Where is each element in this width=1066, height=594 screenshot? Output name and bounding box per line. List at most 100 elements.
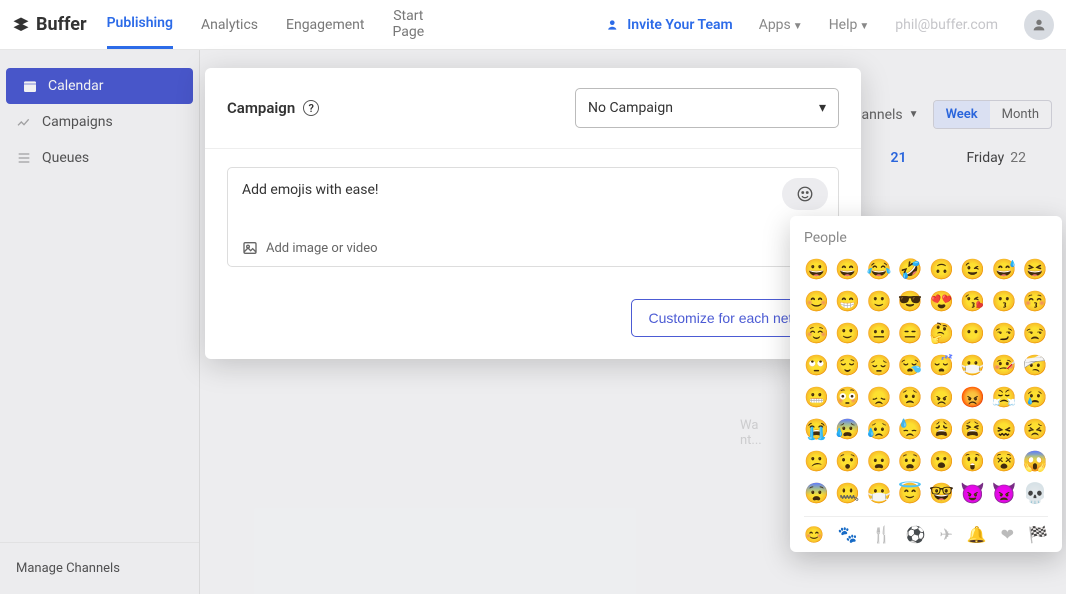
invite-team-link[interactable]: Invite Your Team bbox=[607, 17, 732, 33]
emoji-cell[interactable]: 😌 bbox=[835, 352, 860, 378]
emoji-cell[interactable]: 😡 bbox=[960, 384, 985, 410]
nav-tabs: Publishing Analytics Engagement StartPag… bbox=[107, 0, 425, 55]
picker-tab[interactable]: 🔔 bbox=[967, 525, 987, 544]
emoji-cell[interactable]: 🤐 bbox=[835, 480, 860, 506]
campaign-value: No Campaign bbox=[588, 100, 673, 116]
emoji-cell[interactable]: 😢 bbox=[1023, 384, 1048, 410]
emoji-picker: People 😀😄😂🤣🙃😉😅😆😊😁🙂😎😍😘😗😚☺️🙂😐😑🤔😶😏😒🙄😌😔😪😴😷🤒🤕… bbox=[790, 216, 1062, 552]
emoji-cell[interactable]: 😄 bbox=[835, 256, 860, 282]
emoji-cell[interactable]: 😩 bbox=[929, 416, 954, 442]
emoji-cell[interactable]: 😪 bbox=[898, 352, 923, 378]
emoji-cell[interactable]: 😇 bbox=[898, 480, 923, 506]
emoji-cell[interactable]: 🤔 bbox=[929, 320, 954, 346]
emoji-cell[interactable]: 😖 bbox=[992, 416, 1017, 442]
picker-tab[interactable]: ✈ bbox=[939, 525, 952, 544]
emoji-cell[interactable]: 😕 bbox=[804, 448, 829, 474]
picker-tab[interactable]: 🍴 bbox=[872, 525, 892, 544]
emoji-cell[interactable]: 😷 bbox=[960, 352, 985, 378]
campaign-select[interactable]: No Campaign ▾ bbox=[575, 88, 839, 128]
nav-tab-engagement[interactable]: Engagement bbox=[286, 2, 364, 48]
picker-tab[interactable]: ⚽ bbox=[906, 525, 926, 544]
people-icon bbox=[607, 18, 621, 32]
emoji-cell[interactable]: 😤 bbox=[992, 384, 1017, 410]
emoji-cell[interactable]: 🤕 bbox=[1023, 352, 1048, 378]
picker-category-tabs: 😊 🐾 🍴 ⚽ ✈ 🔔 ❤ 🏁 bbox=[804, 516, 1048, 544]
emoji-cell[interactable]: 😟 bbox=[898, 384, 923, 410]
emoji-cell[interactable]: 😥 bbox=[867, 416, 892, 442]
emoji-cell[interactable]: 😨 bbox=[804, 480, 829, 506]
picker-tab[interactable]: 😊 bbox=[804, 525, 824, 544]
picker-tab[interactable]: 🐾 bbox=[838, 525, 858, 544]
top-nav: Buffer Publishing Analytics Engagement S… bbox=[0, 0, 1066, 50]
emoji-cell[interactable]: 👿 bbox=[992, 480, 1017, 506]
chevron-down-icon: ▾ bbox=[819, 100, 826, 116]
emoji-cell[interactable]: 😣 bbox=[1023, 416, 1048, 442]
emoji-cell[interactable]: 😵 bbox=[992, 448, 1017, 474]
avatar[interactable] bbox=[1024, 10, 1054, 40]
emoji-cell[interactable]: 😎 bbox=[898, 288, 923, 314]
emoji-cell[interactable]: 🙄 bbox=[804, 352, 829, 378]
emoji-cell[interactable]: 😬 bbox=[804, 384, 829, 410]
help-menu[interactable]: Help▼ bbox=[829, 17, 870, 33]
emoji-cell[interactable]: 😧 bbox=[898, 448, 923, 474]
emoji-cell[interactable]: 🤒 bbox=[992, 352, 1017, 378]
emoji-cell[interactable]: 😫 bbox=[960, 416, 985, 442]
emoji-cell[interactable]: 😈 bbox=[960, 480, 985, 506]
emoji-cell[interactable]: 😳 bbox=[835, 384, 860, 410]
emoji-cell[interactable]: 🤣 bbox=[898, 256, 923, 282]
emoji-cell[interactable]: 😍 bbox=[929, 288, 954, 314]
emoji-cell[interactable]: 😓 bbox=[898, 416, 923, 442]
emoji-cell[interactable]: 😚 bbox=[1023, 288, 1048, 314]
emoji-cell[interactable]: 🙃 bbox=[929, 256, 954, 282]
emoji-cell[interactable]: 😗 bbox=[992, 288, 1017, 314]
emoji-cell[interactable]: 😒 bbox=[1023, 320, 1048, 346]
composer-modal: Campaign ? No Campaign ▾ Add emojis with… bbox=[205, 68, 861, 359]
campaign-label: Campaign ? bbox=[227, 99, 319, 117]
emoji-cell[interactable]: 😯 bbox=[835, 448, 860, 474]
emoji-cell[interactable]: 😅 bbox=[992, 256, 1017, 282]
emoji-cell[interactable]: 😏 bbox=[992, 320, 1017, 346]
emoji-cell[interactable]: 😞 bbox=[867, 384, 892, 410]
emoji-cell[interactable]: 💀 bbox=[1023, 480, 1048, 506]
emoji-cell[interactable]: 😑 bbox=[898, 320, 923, 346]
emoji-cell[interactable]: 😉 bbox=[960, 256, 985, 282]
picker-category-title: People bbox=[804, 230, 1048, 246]
emoji-cell[interactable]: 😲 bbox=[960, 448, 985, 474]
logo[interactable]: Buffer bbox=[12, 14, 87, 35]
add-media-button[interactable]: Add image or video bbox=[242, 240, 824, 256]
composer-body: Add emojis with ease! Add image or video bbox=[227, 167, 839, 267]
emoji-cell[interactable]: 😱 bbox=[1023, 448, 1048, 474]
picker-tab[interactable]: ❤ bbox=[1001, 525, 1014, 544]
emoji-cell[interactable]: 😠 bbox=[929, 384, 954, 410]
nav-tab-analytics[interactable]: Analytics bbox=[201, 2, 258, 48]
user-icon bbox=[1031, 17, 1047, 33]
logo-text: Buffer bbox=[36, 14, 87, 35]
emoji-cell[interactable]: 😷 bbox=[867, 480, 892, 506]
emoji-cell[interactable]: 😦 bbox=[867, 448, 892, 474]
emoji-cell[interactable]: 😴 bbox=[929, 352, 954, 378]
emoji-cell[interactable]: 😔 bbox=[867, 352, 892, 378]
emoji-cell[interactable]: 😰 bbox=[835, 416, 860, 442]
composer-text[interactable]: Add emojis with ease! bbox=[242, 182, 824, 222]
emoji-cell[interactable]: 😮 bbox=[929, 448, 954, 474]
emoji-cell[interactable]: 😁 bbox=[835, 288, 860, 314]
emoji-cell[interactable]: 😀 bbox=[804, 256, 829, 282]
emoji-cell[interactable]: ☺️ bbox=[804, 320, 829, 346]
emoji-cell[interactable]: 🙂 bbox=[835, 320, 860, 346]
emoji-cell[interactable]: 😊 bbox=[804, 288, 829, 314]
emoji-cell[interactable]: 😭 bbox=[804, 416, 829, 442]
apps-menu[interactable]: Apps▼ bbox=[759, 17, 803, 33]
emoji-cell[interactable]: 😘 bbox=[960, 288, 985, 314]
emoji-cell[interactable]: 🙂 bbox=[867, 288, 892, 314]
nav-tab-startpage[interactable]: StartPage bbox=[392, 0, 424, 55]
emoji-button[interactable] bbox=[782, 178, 828, 210]
emoji-cell[interactable]: 😆 bbox=[1023, 256, 1048, 282]
emoji-cell[interactable]: 😐 bbox=[867, 320, 892, 346]
emoji-cell[interactable]: 😶 bbox=[960, 320, 985, 346]
add-media-label: Add image or video bbox=[266, 241, 378, 256]
emoji-cell[interactable]: 😂 bbox=[867, 256, 892, 282]
help-icon[interactable]: ? bbox=[303, 100, 319, 116]
emoji-cell[interactable]: 🤓 bbox=[929, 480, 954, 506]
nav-tab-publishing[interactable]: Publishing bbox=[107, 0, 173, 49]
picker-tab[interactable]: 🏁 bbox=[1028, 525, 1048, 544]
